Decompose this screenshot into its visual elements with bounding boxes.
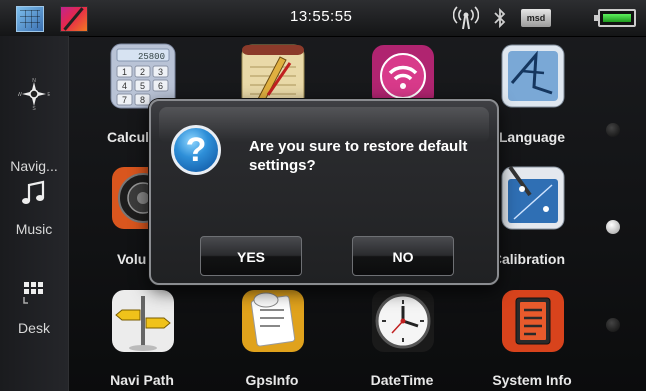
yes-button[interactable]: YES <box>200 236 302 276</box>
no-button[interactable]: NO <box>352 236 454 276</box>
home-screen: 13:55:55 msd N S E W Navig... Music Desk… <box>0 0 646 391</box>
confirm-dialog: ? Are you sure to restore default settin… <box>149 99 499 285</box>
question-icon: ? <box>171 125 221 175</box>
modal-overlay: ? Are you sure to restore default settin… <box>0 0 646 391</box>
dialog-message: Are you sure to restore default settings… <box>249 138 468 174</box>
